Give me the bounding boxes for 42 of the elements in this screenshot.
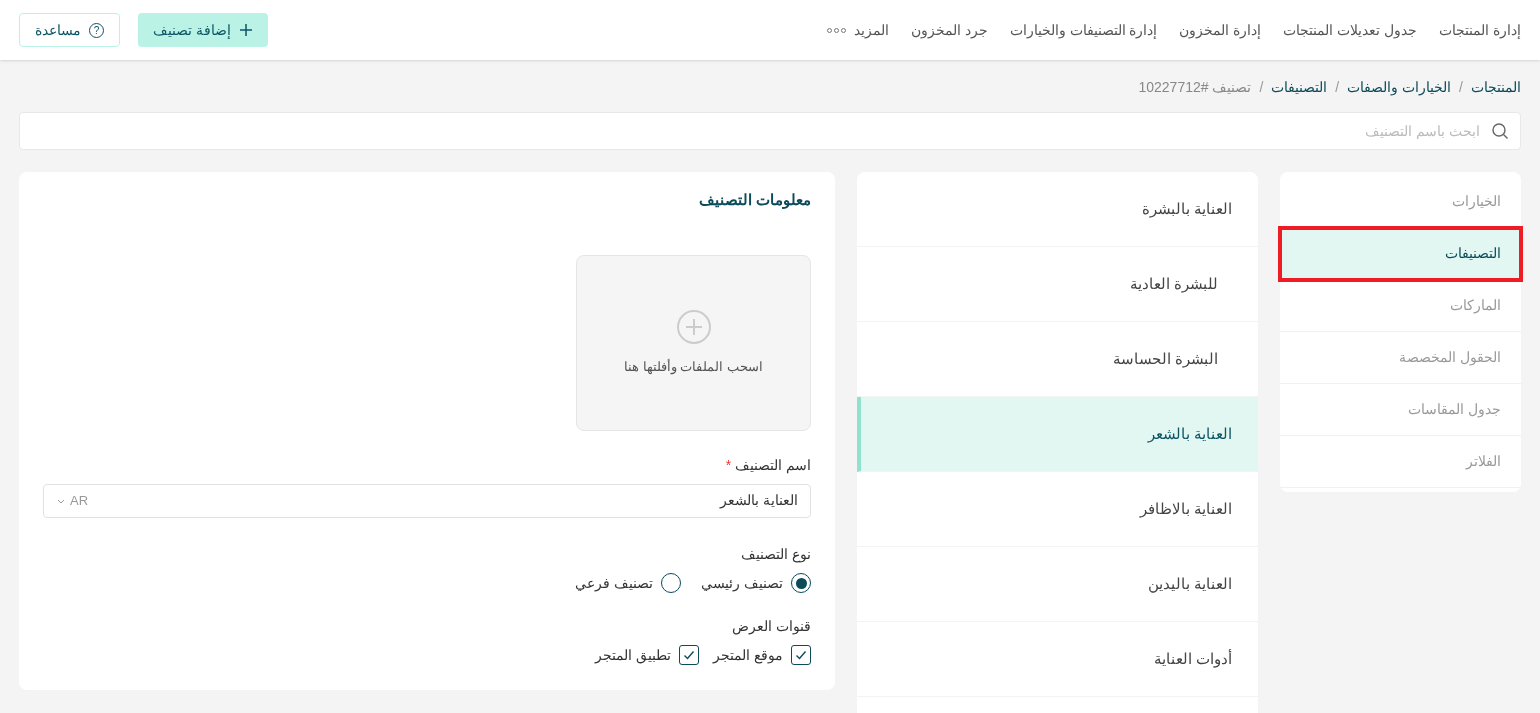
sidebar-item[interactable]: التصنيفات xyxy=(1280,228,1521,280)
help-button[interactable]: ? مساعدة xyxy=(19,13,120,47)
search-icon xyxy=(1491,122,1509,140)
breadcrumb-separator: / xyxy=(1259,77,1264,97)
category-row[interactable]: العناية بالاظافر xyxy=(857,472,1258,547)
breadcrumb-current: تصنيف #10227712 xyxy=(1138,77,1252,97)
plus-circle-icon xyxy=(675,308,712,345)
breadcrumb-link[interactable]: الخيارات والصفات xyxy=(1347,76,1452,98)
radio-option[interactable]: تصنيف رئيسي xyxy=(701,572,811,594)
check-icon xyxy=(683,649,696,661)
nav-link[interactable]: إدارة المخزون xyxy=(1179,19,1262,41)
radio-option[interactable]: تصنيف فرعي xyxy=(575,572,682,594)
nav-link[interactable]: إدارة المنتجات xyxy=(1439,19,1521,41)
category-row[interactable]: العناية باليدين xyxy=(857,547,1258,622)
checkbox[interactable] xyxy=(791,645,811,665)
plus-icon xyxy=(238,23,253,37)
category-row[interactable]: أدوات العناية xyxy=(857,622,1258,697)
nav-link[interactable]: المزيد xyxy=(826,19,889,41)
breadcrumb-separator: / xyxy=(1335,77,1340,97)
category-row[interactable]: للبشرة العادية xyxy=(857,247,1258,322)
form-title: معلومات التصنيف xyxy=(697,190,811,211)
field-label: قنوات العرض xyxy=(731,616,811,637)
field-label: اسم التصنيف xyxy=(735,455,811,476)
category-row[interactable]: العناية بالشعر xyxy=(857,397,1258,472)
upload-hint: اسحب الملفات وأفلتها هنا xyxy=(624,357,763,377)
field-label: نوع التصنيف xyxy=(740,544,811,565)
search-field[interactable]: ابحث باسم التصنيف xyxy=(19,112,1521,150)
category-row[interactable]: العناية بالبشرة xyxy=(857,172,1258,247)
nav-link[interactable]: جرد المخزون xyxy=(910,19,988,41)
add-category-button[interactable]: إضافة تصنيف xyxy=(138,13,268,47)
check-icon xyxy=(795,649,807,661)
breadcrumb-separator: / xyxy=(1459,77,1463,97)
required-mark: * xyxy=(725,455,732,475)
nav-link[interactable]: جدول تعديلات المنتجات xyxy=(1283,19,1418,41)
checkbox[interactable] xyxy=(679,645,700,665)
field-value: العناية بالشعر xyxy=(720,491,798,511)
nav-link[interactable]: إدارة التصنيفات والخيارات xyxy=(1009,19,1158,41)
checkbox-option[interactable]: موقع المتجر xyxy=(713,644,811,666)
breadcrumb-link[interactable]: التصنيفات xyxy=(1271,76,1328,98)
checkbox-option[interactable]: تطبيق المتجر xyxy=(595,644,700,666)
breadcrumb-link[interactable]: المنتجات xyxy=(1471,76,1521,98)
upload-dropzone[interactable]: اسحب الملفات وأفلتها هنا xyxy=(576,254,811,431)
